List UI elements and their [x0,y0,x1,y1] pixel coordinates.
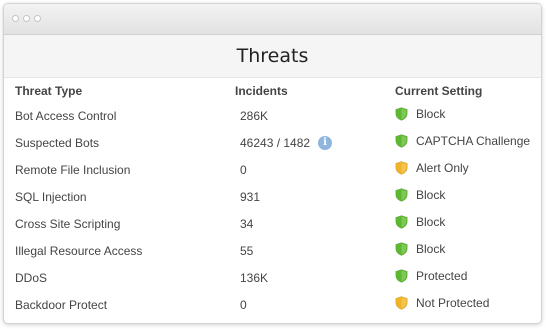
incidents-cell: 46243 / 1482 i [225,129,395,156]
window-dot-maximize[interactable] [34,15,41,22]
green-shield-icon [395,134,408,148]
green-shield-icon [395,188,408,202]
table-row: Bot Access Control 286K Block [4,102,541,129]
setting-label: Block [416,107,446,121]
window-controls [12,15,41,22]
incidents-value: 34 [240,216,254,231]
current-setting-cell[interactable]: Not Protected [395,291,541,318]
green-shield-icon [395,269,408,283]
setting-label: CAPTCHA Challenge [416,134,531,148]
info-icon[interactable]: i [318,135,333,150]
threat-type-cell: SQL Injection [15,189,87,204]
table-header-row: Threat Type Incidents Current Setting [4,80,541,102]
current-setting-cell[interactable]: CAPTCHA Challenge [395,129,541,156]
incidents-cell: 286K [225,102,395,129]
incidents-value: 55 [240,243,254,258]
yellow-shield-icon [395,296,408,310]
current-setting-cell[interactable]: Alert Only [395,156,541,183]
threat-type-cell: DDoS [15,270,48,285]
threat-type-cell: Illegal Resource Access [15,243,143,258]
incidents-value: 136K [240,270,269,285]
column-header-current-setting: Current Setting [395,84,483,98]
current-setting-cell[interactable]: Block [395,183,541,210]
incidents-value: 286K [240,108,269,123]
current-setting-cell[interactable]: Block [395,102,541,129]
table-row: DDoS 136K Protected [4,264,541,291]
column-header-incidents: Incidents [235,84,288,98]
setting-label: Block [416,188,446,202]
incidents-value: 931 [240,189,261,204]
incidents-value: 0 [240,162,247,177]
incidents-cell: 55 [225,237,395,264]
setting-label: Block [416,215,446,229]
threats-window: Threats Threat Type Incidents Current Se… [3,3,542,324]
threat-type-cell: Cross Site Scripting [15,216,121,231]
incidents-cell: 34 [225,210,395,237]
window-dot-close[interactable] [12,15,19,22]
incidents-cell: 0 [225,291,395,318]
setting-label: Protected [416,269,468,283]
green-shield-icon [395,107,408,121]
window-dot-minimize[interactable] [23,15,30,22]
incidents-value: 46243 / 1482 [240,135,311,150]
table-row: SQL Injection 931 Block [4,183,541,210]
table-row: Illegal Resource Access 55 Block [4,237,541,264]
threats-table: Threat Type Incidents Current Setting Bo… [4,80,541,318]
green-shield-icon [395,242,408,256]
current-setting-cell[interactable]: Block [395,237,541,264]
current-setting-cell[interactable]: Protected [395,264,541,291]
green-shield-icon [395,215,408,229]
incidents-cell: 931 [225,183,395,210]
panel-header: Threats [4,35,541,78]
setting-label: Alert Only [416,161,469,175]
setting-label: Block [416,242,446,256]
incidents-value: 0 [240,297,247,312]
panel-title: Threats [236,45,309,67]
threat-type-cell: Backdoor Protect [15,297,108,312]
threat-type-cell: Bot Access Control [15,108,117,123]
table-row: Remote File Inclusion 0 Alert Only [4,156,541,183]
yellow-shield-icon [395,161,408,175]
current-setting-cell[interactable]: Block [395,210,541,237]
threat-type-cell: Remote File Inclusion [15,162,131,177]
setting-label: Not Protected [416,296,490,310]
table-row: Backdoor Protect 0 Not Protected [4,291,541,318]
window-titlebar [4,4,541,35]
column-header-threat-type: Threat Type [15,84,83,98]
incidents-cell: 136K [225,264,395,291]
incidents-cell: 0 [225,156,395,183]
table-row: Suspected Bots 46243 / 1482 i CAPTCHA Chall… [4,129,541,156]
threat-type-cell: Suspected Bots [15,135,100,150]
table-row: Cross Site Scripting 34 Block [4,210,541,237]
